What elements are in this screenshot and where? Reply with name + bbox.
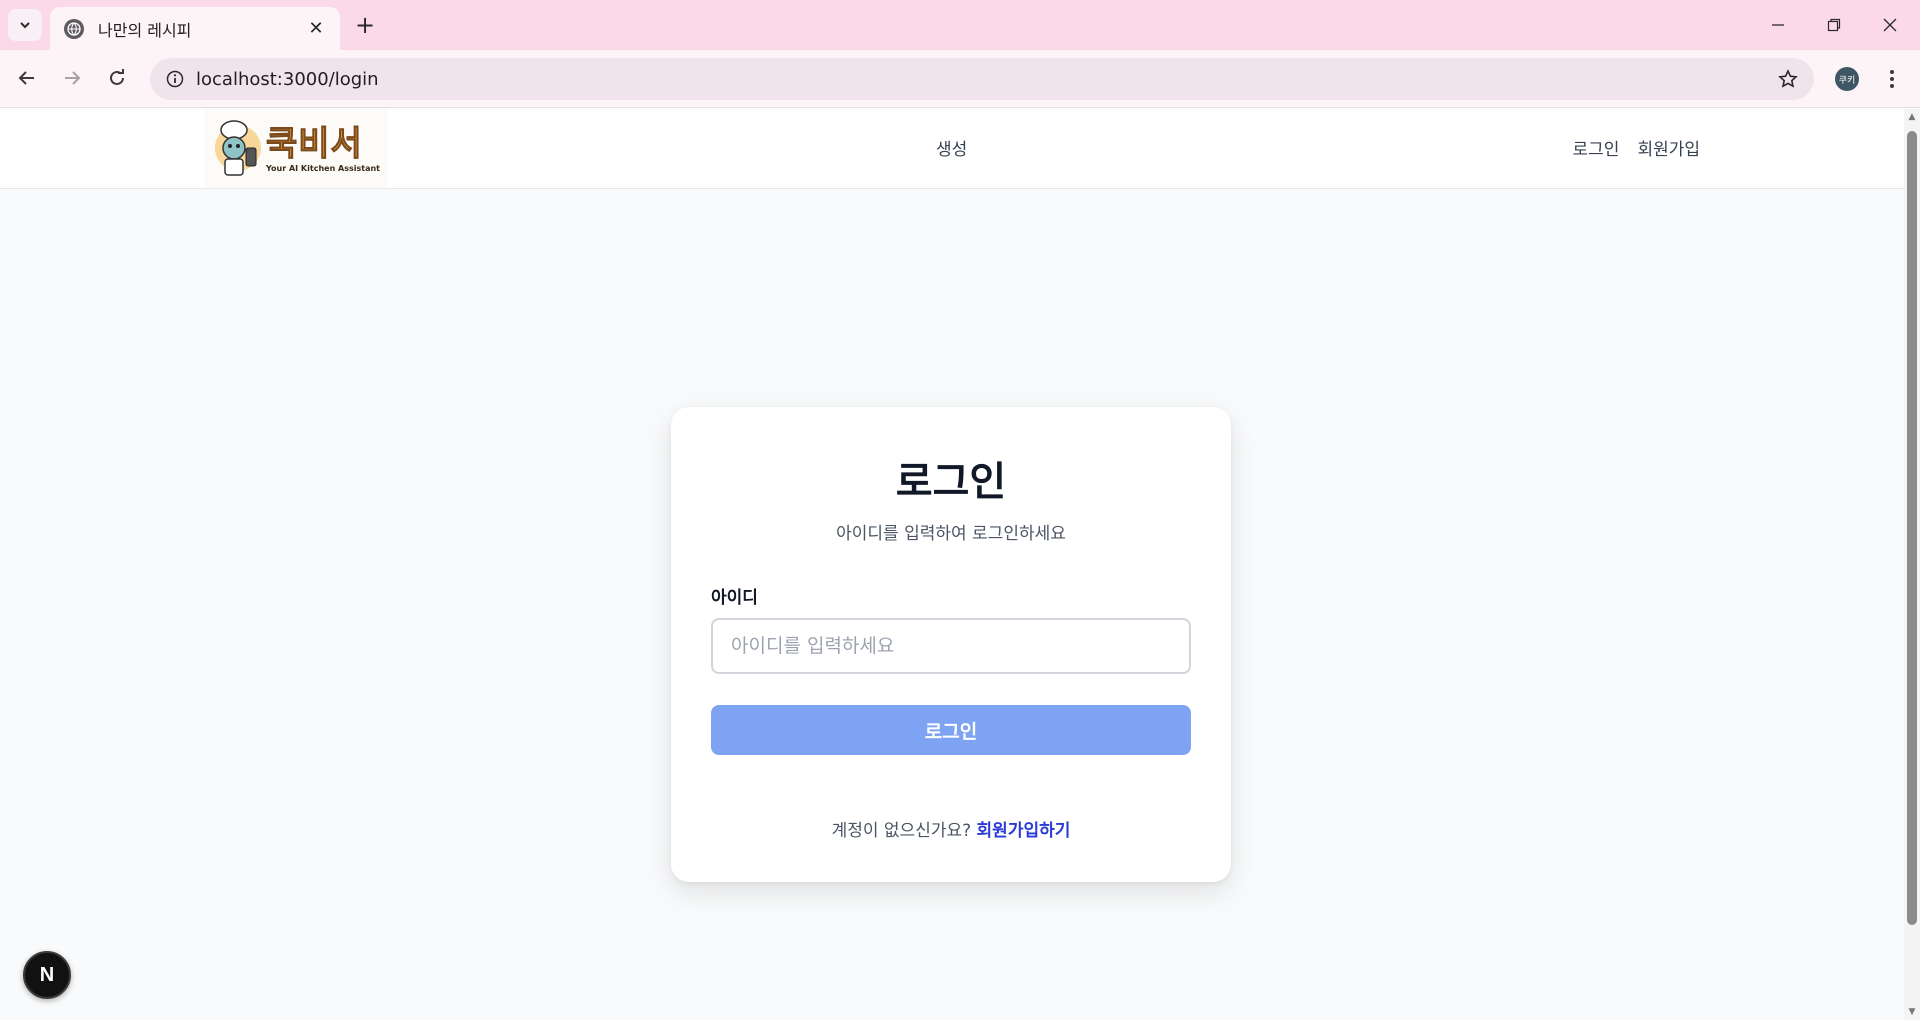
- browser-tab-active[interactable]: 나만의 레시피 ✕: [50, 7, 340, 50]
- nav-link-login[interactable]: 로그인: [1573, 135, 1620, 160]
- nav-link-create[interactable]: 생성: [936, 135, 967, 160]
- close-icon: [1883, 18, 1897, 32]
- chef-mascot-icon: [215, 119, 261, 176]
- scroll-up-arrow-icon[interactable]: ▲: [1907, 112, 1917, 122]
- browser-menu-icon[interactable]: [1880, 64, 1904, 94]
- tab-close-icon[interactable]: ✕: [304, 17, 328, 41]
- arrow-left-icon: [18, 71, 34, 85]
- login-submit-button[interactable]: 로그인: [711, 705, 1191, 755]
- login-subtitle: 아이디를 입력하여 로그인하세요: [836, 524, 1066, 544]
- tab-title: 나만의 레시피: [98, 20, 192, 40]
- logo-title: 쿡비서: [265, 123, 363, 164]
- profile-avatar[interactable]: 쿠키: [1835, 67, 1859, 91]
- scrollbar-thumb[interactable]: [1907, 131, 1917, 925]
- auth-nav: 로그인 회원가입: [1573, 135, 1700, 160]
- close-window-button[interactable]: [1862, 0, 1918, 50]
- globe-icon: [64, 18, 84, 39]
- back-button[interactable]: [11, 62, 43, 94]
- tab-search-button[interactable]: [8, 9, 42, 41]
- id-field-label: 아이디: [711, 588, 758, 608]
- bookmark-star-icon[interactable]: [1768, 59, 1808, 99]
- page-viewport: 쿡비서 Your AI Kitchen Assistant 생성 로그인 회원가…: [0, 109, 1904, 1020]
- new-tab-button[interactable]: +: [352, 11, 378, 39]
- minimize-button[interactable]: [1750, 0, 1806, 50]
- signup-prompt-text: 계정이 없으신가요?: [831, 821, 972, 841]
- restore-button[interactable]: [1806, 0, 1862, 50]
- chevron-down-icon: [20, 22, 30, 29]
- url-text[interactable]: localhost:3000/login: [196, 69, 1768, 90]
- login-card: 로그인 아이디를 입력하여 로그인하세요 아이디 로그인 계정이 없으신가요? …: [671, 407, 1231, 882]
- signup-prompt-line: 계정이 없으신가요? 회원가입하기: [671, 816, 1231, 841]
- nextjs-dev-badge[interactable]: N: [23, 951, 71, 999]
- site-info-icon[interactable]: [164, 68, 186, 90]
- minimize-icon: [1772, 24, 1784, 26]
- id-input[interactable]: [711, 618, 1191, 674]
- browser-tab-bar: 나만의 레시피 ✕ +: [0, 0, 1920, 50]
- nav-link-signup[interactable]: 회원가입: [1637, 135, 1700, 160]
- site-header: 쿡비서 Your AI Kitchen Assistant 생성 로그인 회원가…: [0, 109, 1904, 189]
- page-scrollbar[interactable]: ▲ ▼: [1904, 109, 1920, 1020]
- page-title: 로그인: [895, 459, 1007, 505]
- restore-icon: [1827, 18, 1841, 32]
- forward-button[interactable]: [56, 62, 88, 94]
- reload-icon: [110, 69, 124, 85]
- reload-button[interactable]: [101, 62, 133, 94]
- site-logo[interactable]: 쿡비서 Your AI Kitchen Assistant: [204, 109, 388, 188]
- address-bar[interactable]: localhost:3000/login: [150, 58, 1814, 100]
- scroll-down-arrow-icon[interactable]: ▼: [1907, 1007, 1917, 1017]
- signup-link[interactable]: 회원가입하기: [977, 821, 1071, 841]
- logo-subtitle: Your AI Kitchen Assistant: [266, 163, 381, 173]
- arrow-right-icon: [65, 71, 81, 85]
- browser-toolbar: localhost:3000/login 쿠키: [0, 50, 1920, 108]
